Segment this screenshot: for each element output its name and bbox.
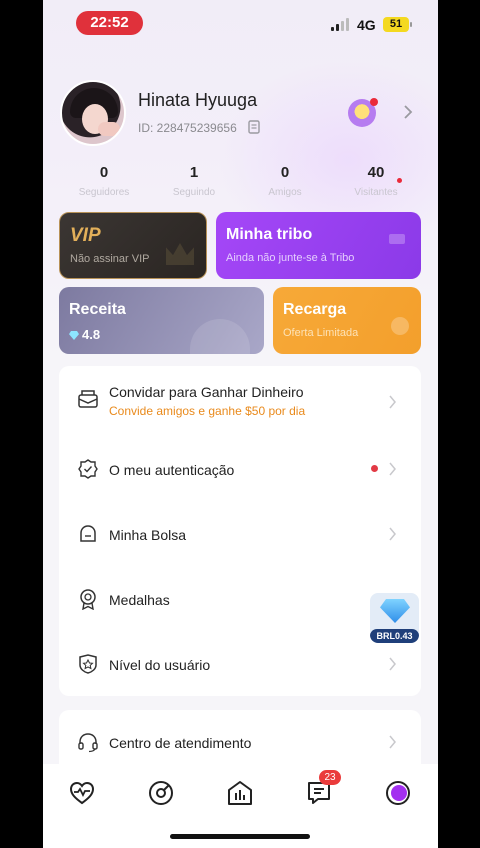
menu-label: Minha Bolsa — [109, 527, 187, 543]
bag-icon — [80, 525, 96, 542]
avatar-icon — [386, 781, 410, 805]
menu-list: Convidar para Ganhar Dinheiro Convide am… — [59, 366, 421, 696]
level-shield-icon — [79, 654, 97, 674]
menu-description: Convide amigos e ganhe $50 por dia — [109, 404, 306, 418]
network-type: 4G — [357, 17, 376, 33]
vip-card[interactable]: VIP Não assinar VIP — [59, 212, 207, 279]
recharge-card[interactable]: Recarga Oferta Limitada — [273, 287, 421, 354]
flag-icon — [389, 234, 405, 244]
menu-label: Centro de atendimento — [109, 735, 252, 751]
menu-label: Nível do usuário — [109, 657, 211, 673]
income-title: Receita — [69, 301, 126, 318]
diamond-icon — [380, 599, 410, 623]
stat-friends[interactable]: 0 Amigos — [245, 164, 325, 198]
target-icon — [149, 781, 173, 805]
stat-label: Amigos — [268, 187, 302, 198]
battery-icon: 51 — [383, 17, 412, 32]
profile-id: ID: 228475239656 — [138, 121, 237, 135]
stat-visitors[interactable]: 40 Visitantes — [336, 164, 416, 198]
tab-discover[interactable] — [146, 778, 176, 808]
recharge-subtitle: Oferta Limitada — [283, 327, 359, 339]
stat-following[interactable]: 1 Seguindo — [154, 164, 234, 198]
chart-house-icon — [228, 781, 252, 805]
status-time: 22:52 — [76, 11, 143, 35]
profile-name: Hinata Hyuuga — [138, 90, 258, 110]
envelope-icon — [78, 390, 98, 408]
stat-value: 40 — [367, 164, 385, 181]
heart-pulse-icon — [69, 781, 95, 805]
messages-count-badge: 23 — [319, 770, 341, 785]
decor-shape — [190, 319, 250, 354]
home-indicator — [170, 834, 310, 839]
stat-followers[interactable]: 0 Seguidores — [64, 164, 144, 198]
tab-heart[interactable] — [67, 778, 97, 808]
stat-label: Visitantes — [354, 187, 398, 198]
status-bar: 22:52 4G 51 — [43, 0, 438, 44]
tribe-title: Minha tribo — [226, 226, 313, 243]
chevron-right-icon — [389, 395, 396, 409]
menu-label: Medalhas — [109, 592, 170, 608]
floating-reward-badge[interactable]: BRL0.43 — [370, 593, 419, 643]
chevron-right-icon — [389, 657, 396, 671]
vip-title: VIP — [70, 225, 101, 246]
badge-icon[interactable] — [348, 98, 378, 127]
tab-home[interactable] — [225, 778, 255, 808]
vip-subtitle: Não assinar VIP — [70, 253, 150, 265]
stat-label: Seguindo — [172, 187, 216, 198]
tribe-card[interactable]: Minha tribo Ainda não junte-se à Tribo — [216, 212, 421, 279]
app-screen: 22:52 4G 51 Hinata Hyuuga ID: 2284752396… — [43, 0, 438, 848]
stat-value: 0 — [280, 164, 290, 181]
tab-profile[interactable] — [383, 778, 413, 808]
reward-value: BRL0.43 — [370, 629, 419, 643]
chevron-right-icon — [389, 735, 396, 749]
chevron-right-icon[interactable] — [401, 104, 415, 120]
stat-label: Seguidores — [78, 187, 130, 198]
menu-item-user-level[interactable]: Nível do usuário — [59, 633, 421, 693]
avatar[interactable] — [60, 80, 126, 146]
stat-value: 1 — [189, 164, 199, 181]
menu-item-invite[interactable]: Convidar para Ganhar Dinheiro Convide am… — [59, 366, 421, 432]
headset-icon — [78, 733, 98, 753]
stat-value: 0 — [99, 164, 109, 181]
copy-icon[interactable] — [248, 120, 260, 134]
tribe-subtitle: Ainda não junte-se à Tribo — [226, 252, 355, 264]
chevron-right-icon — [389, 527, 396, 541]
notification-dot — [371, 465, 378, 472]
shield-check-icon — [78, 459, 98, 479]
visitors-notification-dot — [397, 178, 402, 183]
coin-icon — [391, 317, 409, 335]
menu-label: Convidar para Ganhar Dinheiro — [109, 384, 304, 400]
income-card[interactable]: Receita 4.8 — [59, 287, 264, 354]
income-amount: 4.8 — [82, 327, 101, 342]
chevron-right-icon — [389, 462, 396, 476]
menu-label: O meu autenticação — [109, 462, 235, 478]
menu-item-authentication[interactable]: O meu autenticação — [59, 438, 421, 498]
signal-icon — [331, 17, 351, 31]
crown-icon — [166, 243, 194, 265]
menu-item-medals[interactable]: Medalhas — [59, 568, 421, 628]
recharge-title: Recarga — [283, 301, 347, 318]
medal-icon — [80, 589, 96, 610]
income-value: 4.8 — [69, 327, 100, 342]
menu-item-bag[interactable]: Minha Bolsa — [59, 503, 421, 563]
diamond-icon — [69, 331, 79, 340]
